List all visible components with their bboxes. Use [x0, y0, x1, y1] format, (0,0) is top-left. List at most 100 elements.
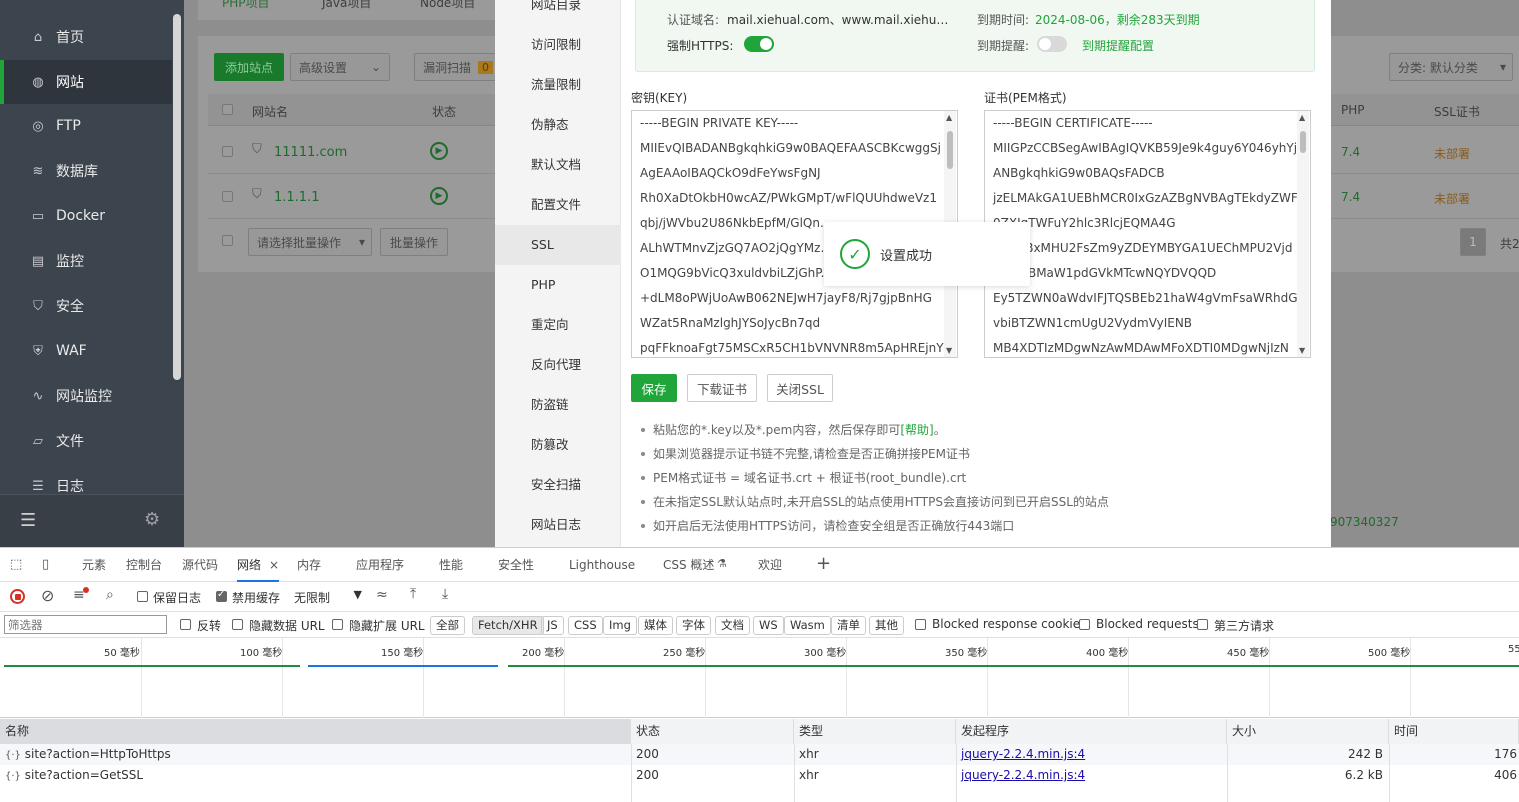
force-https-toggle[interactable] — [744, 36, 774, 52]
menu-security-scan[interactable]: 安全扫描 — [495, 465, 621, 505]
type-js[interactable]: JS — [541, 616, 564, 635]
tab-performance[interactable]: 性能 — [439, 548, 463, 582]
tab-lighthouse[interactable]: Lighthouse — [569, 548, 635, 582]
scroll-down-icon[interactable]: ▼ — [1299, 346, 1305, 355]
col-status[interactable]: 状态 — [432, 103, 456, 120]
tab-elements[interactable]: 元素 — [82, 548, 106, 582]
col-status[interactable]: 状态 — [631, 719, 794, 744]
row-checkbox[interactable] — [222, 146, 233, 157]
tab-console[interactable]: 控制台 — [126, 548, 162, 582]
throttle-select[interactable]: 无限制 ▼ — [290, 587, 366, 607]
request-name[interactable]: {·} site?action=GetSSL — [0, 765, 631, 786]
inspect-element-icon[interactable]: ⬚ — [10, 557, 22, 572]
ssl-status[interactable]: 未部署 — [1434, 145, 1470, 162]
menu-hotlink[interactable]: 防盗链 — [495, 385, 621, 425]
sidebar-item-files[interactable]: ▱ 文件 — [0, 419, 172, 463]
vuln-scan-button[interactable]: 漏洞扫描 0 — [414, 53, 498, 81]
tab-sources[interactable]: 源代码 — [182, 548, 218, 582]
category-select[interactable]: 分类: 默认分类 ▾ — [1389, 53, 1513, 81]
close-ssl-button[interactable]: 关闭SSL — [767, 374, 833, 402]
scroll-thumb[interactable] — [1300, 131, 1306, 153]
clear-icon[interactable]: ⊘ — [41, 586, 54, 605]
type-other[interactable]: 其他 — [869, 616, 904, 635]
col-type[interactable]: 类型 — [794, 719, 956, 744]
tab-welcome[interactable]: 欢迎 — [758, 548, 782, 582]
batch-select[interactable]: 请选择批量操作 ▾ — [248, 228, 372, 256]
sidebar-item-site-monitor[interactable]: ∿ 网站监控 — [0, 374, 172, 418]
tab-php[interactable]: PHP项目 — [222, 0, 270, 11]
scroll-thumb[interactable] — [947, 131, 953, 169]
add-tab-icon[interactable]: + — [816, 553, 831, 574]
blocked-cookies-checkbox[interactable] — [915, 619, 926, 630]
tab-memory[interactable]: 内存 — [297, 548, 321, 582]
advanced-settings-button[interactable]: 高级设置 ⌄ — [290, 53, 390, 81]
running-status-icon[interactable]: ▶ — [430, 142, 448, 160]
type-ws[interactable]: WS — [753, 616, 784, 635]
tab-node[interactable]: Node项目 — [420, 0, 475, 11]
sidebar-item-ftp[interactable]: ◎ FTP — [0, 104, 172, 148]
site-name-link[interactable]: 11111.com — [274, 145, 347, 160]
type-css[interactable]: CSS — [568, 616, 603, 635]
preserve-log-checkbox[interactable] — [137, 591, 148, 602]
running-status-icon[interactable]: ▶ — [430, 187, 448, 205]
select-all-checkbox[interactable] — [222, 104, 233, 115]
help-link[interactable]: [帮助] — [900, 423, 933, 437]
tab-css-overview[interactable]: CSS 概述 — [663, 548, 714, 582]
row-checkbox[interactable] — [222, 191, 233, 202]
tab-application[interactable]: 应用程序 — [356, 548, 404, 582]
menu-php[interactable]: PHP — [495, 265, 621, 305]
network-conditions-icon[interactable]: ≈ — [376, 587, 388, 603]
hide-data-url-checkbox[interactable] — [232, 619, 243, 630]
download-cert-button[interactable]: 下载证书 — [687, 374, 757, 402]
tab-java[interactable]: Java项目 — [322, 0, 371, 11]
menu-default-doc[interactable]: 默认文档 — [495, 145, 621, 185]
search-icon[interactable]: ⌕ — [106, 587, 114, 603]
type-fetch-xhr[interactable]: Fetch/XHR — [472, 616, 544, 635]
type-manifest[interactable]: 清单 — [831, 616, 866, 635]
sidebar-item-home[interactable]: ⌂ 首页 — [0, 15, 172, 59]
scroll-down-icon[interactable]: ▼ — [946, 346, 952, 355]
add-site-button[interactable]: 添加站点 — [214, 53, 284, 81]
menu-tamper-proof[interactable]: 防篡改 — [495, 425, 621, 465]
sidebar-item-monitor[interactable]: ▤ 监控 — [0, 239, 172, 283]
col-name[interactable]: 名称 — [0, 719, 631, 744]
col-size[interactable]: 大小 — [1227, 719, 1389, 744]
table-row[interactable]: {·} site?action=HttpToHttps 200 xhr jque… — [0, 744, 1519, 765]
close-tab-icon[interactable]: × — [269, 548, 279, 582]
type-img[interactable]: Img — [603, 616, 637, 635]
expire-remind-toggle[interactable] — [1037, 36, 1067, 52]
menu-config-file[interactable]: 配置文件 — [495, 185, 621, 225]
ssl-status[interactable]: 未部署 — [1434, 190, 1470, 207]
menu-traffic-limit[interactable]: 流量限制 — [495, 65, 621, 105]
sidebar-item-security[interactable]: ⛉ 安全 — [0, 284, 172, 328]
menu-site-log[interactable]: 网站日志 — [495, 505, 621, 545]
php-version[interactable]: 7.4 — [1341, 190, 1360, 204]
type-all[interactable]: 全部 — [430, 616, 465, 635]
table-row[interactable]: {·} site?action=GetSSL 200 xhr jquery-2.… — [0, 765, 1519, 786]
menu-reverse-proxy[interactable]: 反向代理 — [495, 345, 621, 385]
remind-config-link[interactable]: 到期提醒配置 — [1082, 37, 1154, 54]
php-version[interactable]: 7.4 — [1341, 145, 1360, 159]
batch-action-button[interactable]: 批量操作 — [380, 228, 448, 256]
batch-checkbox[interactable] — [222, 235, 233, 246]
sidebar-item-waf[interactable]: ⛨ WAF — [0, 329, 172, 373]
record-stop-icon[interactable] — [10, 589, 25, 604]
menu-rewrite[interactable]: 伪静态 — [495, 105, 621, 145]
tab-security[interactable]: 安全性 — [498, 548, 534, 582]
hide-ext-url-checkbox[interactable] — [332, 619, 343, 630]
save-button[interactable]: 保存 — [631, 374, 677, 402]
collapse-menu-icon[interactable]: ☰ — [20, 510, 36, 531]
blocked-requests-checkbox[interactable] — [1079, 619, 1090, 630]
filter-input[interactable] — [4, 615, 167, 634]
certificate-textarea[interactable]: -----BEGIN CERTIFICATE----- MIIGPzCCBSeg… — [984, 110, 1311, 358]
pagination-current[interactable]: 1 — [1460, 228, 1486, 256]
device-toolbar-icon[interactable]: ▯ — [42, 557, 49, 572]
type-font[interactable]: 字体 — [676, 616, 711, 635]
type-wasm[interactable]: Wasm — [784, 616, 831, 635]
type-doc[interactable]: 文档 — [715, 616, 750, 635]
scroll-up-icon[interactable]: ▲ — [946, 113, 952, 122]
invert-checkbox[interactable] — [180, 619, 191, 630]
tab-network[interactable]: 网络 × — [237, 548, 280, 582]
sidebar-item-website[interactable]: ◍ 网站 — [0, 60, 172, 104]
network-timeline[interactable]: 50 毫秒 100 毫秒 150 毫秒 200 毫秒 250 毫秒 300 毫秒… — [0, 638, 1519, 718]
